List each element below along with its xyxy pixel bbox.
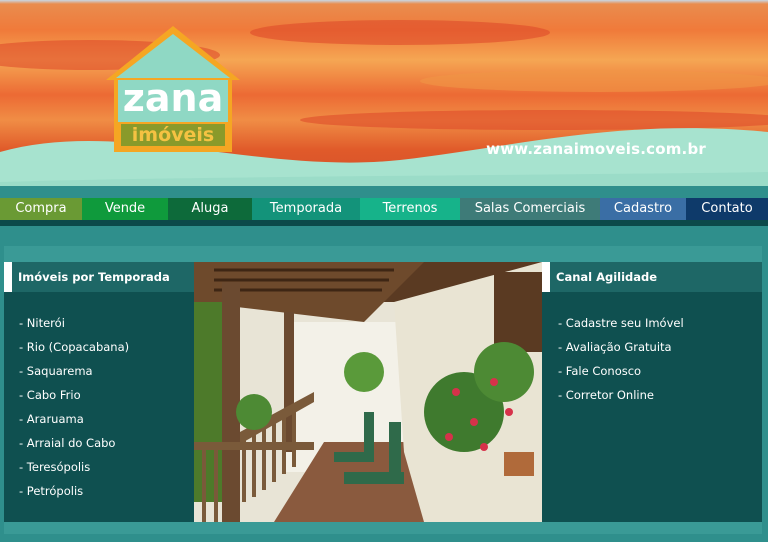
nav-cadastro[interactable]: Cadastro (600, 198, 686, 220)
site-url: www.zanaimoveis.com.br (486, 140, 706, 158)
nav-bottom-strip (0, 220, 768, 226)
link-avaliacao-gratuita[interactable]: - Avaliação Gratuita (558, 340, 672, 354)
link-cadastre-imovel[interactable]: - Cadastre seu Imóvel (558, 316, 684, 330)
logo-subtitle: imóveis (131, 124, 215, 146)
header-accent-bar (542, 262, 550, 292)
link-corretor-online[interactable]: - Corretor Online (558, 388, 654, 402)
right-panel-header: Canal Agilidade (542, 262, 762, 292)
nav-top-strip (0, 186, 768, 198)
featured-property-photo (194, 262, 542, 522)
right-panel-title: Canal Agilidade (556, 270, 658, 284)
nav-terrenos[interactable]: Terrenos (360, 198, 460, 220)
right-panel-body: - Cadastre seu Imóvel - Avaliação Gratui… (542, 292, 762, 522)
left-panel-title: Imóveis por Temporada (18, 270, 170, 284)
nav-temporada[interactable]: Temporada (252, 198, 360, 220)
link-fale-conosco[interactable]: - Fale Conosco (558, 364, 641, 378)
link-arraial-do-cabo[interactable]: - Arraial do Cabo (19, 436, 115, 450)
logo-word: zana (122, 76, 224, 120)
content-top-strip (4, 246, 762, 262)
link-rio-copacabana[interactable]: - Rio (Copacabana) (19, 340, 129, 354)
header-accent-bar (4, 262, 12, 292)
left-panel-body: - Niterói - Rio (Copacabana) - Saquarema… (4, 292, 194, 522)
nav-aluga[interactable]: Aluga (168, 198, 252, 220)
nav-compra[interactable]: Compra (0, 198, 82, 220)
header-banner: zana imóveis www.zanaimoveis.com.br (0, 0, 768, 186)
nav-contato[interactable]: Contato (686, 198, 768, 220)
link-petropolis[interactable]: - Petrópolis (19, 484, 83, 498)
veranda-illustration (194, 262, 542, 522)
link-saquarema[interactable]: - Saquarema (19, 364, 93, 378)
link-cabo-frio[interactable]: - Cabo Frio (19, 388, 81, 402)
zana-logo[interactable]: zana imóveis (104, 24, 242, 154)
footer-strip-inner (4, 522, 762, 534)
nav-vende[interactable]: Vende (82, 198, 168, 220)
link-niteroi[interactable]: - Niterói (19, 316, 65, 330)
nav-salas-comerciais[interactable]: Salas Comerciais (460, 198, 600, 220)
link-teresopolis[interactable]: - Teresópolis (19, 460, 90, 474)
left-panel-header: Imóveis por Temporada (4, 262, 194, 292)
link-araruama[interactable]: - Araruama (19, 412, 84, 426)
main-navigation: Compra Vende Aluga Temporada Terrenos Sa… (0, 198, 768, 220)
